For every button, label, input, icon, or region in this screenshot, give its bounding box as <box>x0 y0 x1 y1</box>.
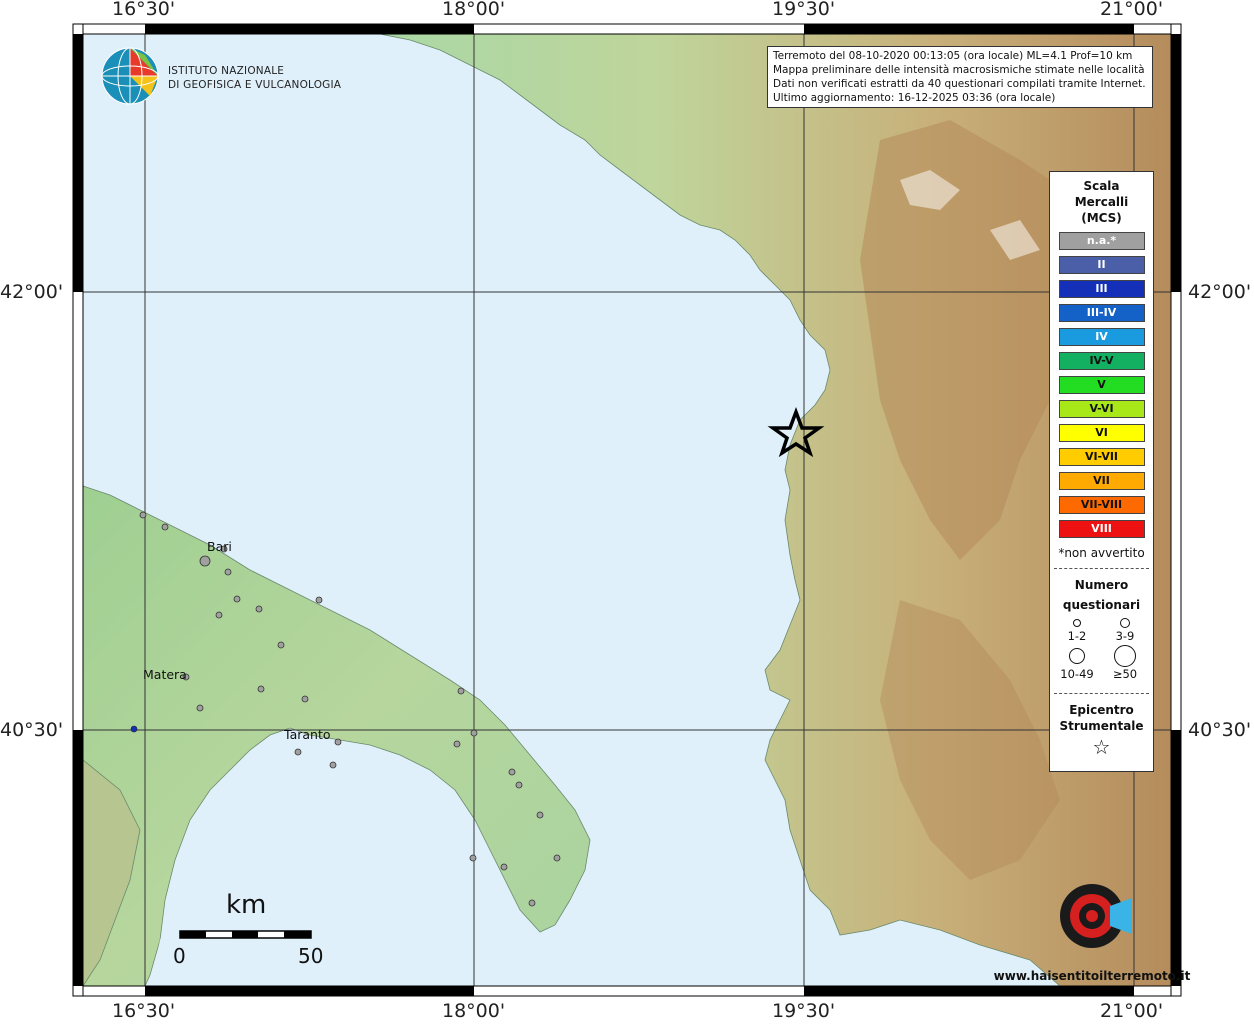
count-title: Numero questionari <box>1050 575 1153 615</box>
point <box>301 695 309 703</box>
point <box>294 748 302 756</box>
legend-separator-2 <box>1054 693 1149 694</box>
legend-title-2: Mercalli <box>1074 195 1129 209</box>
point <box>277 641 285 649</box>
lat-label-right-1: 42°00' <box>1188 281 1252 303</box>
city-label-matera: Matera <box>143 667 187 682</box>
count-label-3: 10-49 <box>1060 667 1094 681</box>
lon-label-bottom-2: 18°00' <box>442 1000 506 1022</box>
scale-end: 50 <box>298 944 324 968</box>
point <box>508 768 516 776</box>
mcs-class-item: II <box>1058 256 1145 274</box>
mcs-class-item: III <box>1058 280 1145 298</box>
city-label-taranto: Taranto <box>284 727 331 742</box>
lat-label-right-2: 40°30' <box>1188 719 1252 741</box>
point <box>500 863 508 871</box>
count-label-1: 1-2 <box>1067 629 1087 643</box>
point-iii <box>130 725 138 733</box>
point <box>470 729 478 737</box>
institute-line-1: ISTITUTO NAZIONALE <box>168 65 285 77</box>
count-title-1: Numero <box>1074 578 1129 592</box>
institute-line-2: DI GEOFISICA E VULCANOLOGIA <box>168 79 342 91</box>
event-info-line-1: Terremoto del 08-10-2020 00:13:05 (ora l… <box>773 50 1133 62</box>
lat-label-left-2: 40°30' <box>0 719 64 741</box>
count-label-4: ≥50 <box>1112 667 1138 681</box>
institute-name: ISTITUTO NAZIONALE DI GEOFISICA E VULCAN… <box>168 64 341 92</box>
mcs-class-item: VIII <box>1058 520 1145 538</box>
point <box>553 854 561 862</box>
legend-title-3: (MCS) <box>1081 211 1122 225</box>
count-circle-small <box>1073 619 1081 627</box>
point <box>215 611 223 619</box>
mcs-legend: Scala Mercalli (MCS) n.a.* II III III-IV IV I… <box>1049 171 1154 772</box>
event-info-box: Terremoto del 08-10-2020 00:13:05 (ora l… <box>767 46 1153 108</box>
lon-label-bottom-1: 16°30' <box>112 1000 176 1022</box>
mcs-class-item: VII <box>1058 472 1145 490</box>
legend-title-1: Scala <box>1083 179 1120 193</box>
point <box>233 595 241 603</box>
epicenter-title-2: Strumentale <box>1059 719 1144 733</box>
event-info-line-3: Dati non verificati estratti da 40 quest… <box>773 78 1146 90</box>
scale-bar <box>179 930 312 939</box>
scale-unit: km <box>226 890 267 920</box>
lon-label-top-4: 21°00' <box>1100 0 1164 20</box>
mcs-class-list: n.a.* II III III-IV IV IV-V V V-VI VI VI-VII VII VI… <box>1050 232 1153 538</box>
lat-label-left-1: 42°00' <box>0 281 64 303</box>
legend-note: *non avvertito <box>1058 546 1145 560</box>
lon-label-bottom-3: 19°30' <box>772 1000 836 1022</box>
mcs-class-item: VI-VII <box>1058 448 1145 466</box>
epicenter-title: Epicentro Strumentale <box>1050 702 1153 734</box>
epicenter-title-1: Epicentro <box>1069 703 1134 717</box>
point <box>453 740 461 748</box>
lon-label-top-1: 16°30' <box>112 0 176 20</box>
point <box>315 596 323 604</box>
epicenter-star-icon: ☆ <box>1092 735 1111 759</box>
count-label-2: 3-9 <box>1115 629 1135 643</box>
count-circle-medium <box>1120 618 1130 628</box>
lon-label-bottom-4: 21°00' <box>1100 1000 1164 1022</box>
mcs-class-item: V <box>1058 376 1145 394</box>
scale-start: 0 <box>173 944 186 968</box>
mcs-class-item: n.a.* <box>1058 232 1145 250</box>
count-symbols: 1-2 3-9 10-49 ≥50 <box>1050 615 1153 685</box>
point <box>196 704 204 712</box>
lon-label-top-2: 18°00' <box>442 0 506 20</box>
point <box>528 899 536 907</box>
point <box>199 555 211 567</box>
point <box>469 854 477 862</box>
mcs-class-item: V-VI <box>1058 400 1145 418</box>
point <box>515 781 523 789</box>
mcs-class-item: IV-V <box>1058 352 1145 370</box>
count-circle-large <box>1069 648 1085 664</box>
hsit-logo-text: www.haisentitoilterremoto.it <box>994 969 1191 983</box>
mcs-class-item: IV <box>1058 328 1145 346</box>
point <box>457 687 465 695</box>
point <box>161 523 169 531</box>
ingv-logo <box>101 47 159 105</box>
mcs-class-item: VI <box>1058 424 1145 442</box>
point <box>536 811 544 819</box>
count-title-2: questionari <box>1062 598 1141 612</box>
mcs-class-item: III-IV <box>1058 304 1145 322</box>
mcs-class-item: VII-VIII <box>1058 496 1145 514</box>
point <box>255 605 263 613</box>
point <box>329 761 337 769</box>
legend-title: Scala Mercalli (MCS) <box>1050 178 1153 226</box>
lon-label-top-3: 19°30' <box>772 0 836 20</box>
event-info-line-4: Ultimo aggiornamento: 16-12-2025 03:36 (… <box>773 92 1056 104</box>
point <box>139 511 147 519</box>
point <box>224 568 232 576</box>
legend-separator <box>1054 568 1149 569</box>
point <box>334 738 342 746</box>
count-circle-xlarge <box>1114 645 1136 667</box>
city-label-bari: Bari <box>207 539 232 554</box>
point <box>257 685 265 693</box>
event-info-line-2: Mappa preliminare delle intensità macros… <box>773 64 1145 76</box>
